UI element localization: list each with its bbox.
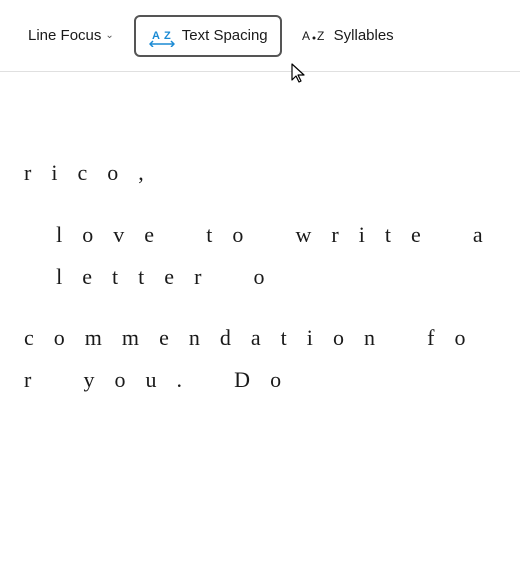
svg-text:A: A xyxy=(152,30,160,42)
syllables-button[interactable]: A Z Syllables xyxy=(290,18,406,54)
svg-text:Z: Z xyxy=(164,30,171,42)
svg-text:A: A xyxy=(302,29,311,43)
text-spacing-icon: A Z xyxy=(148,25,176,47)
line-focus-button[interactable]: Line Focus ⌄ xyxy=(16,19,126,52)
syllables-label: Syllables xyxy=(334,27,394,44)
text-line-3: c o m m e n d a t i o n f o r y o u . D … xyxy=(0,317,520,401)
document-content: r i c o , l o v e t o w r i t e a l e t … xyxy=(0,72,520,588)
line-focus-chevron-icon: ⌄ xyxy=(105,30,113,41)
syllables-icon: A Z xyxy=(302,26,328,46)
toolbar-container: Line Focus ⌄ A Z Text Spacing xyxy=(0,0,520,72)
toolbar: Line Focus ⌄ A Z Text Spacing xyxy=(0,0,520,72)
text-line-2: l o v e t o w r i t e a l e t t e r o xyxy=(0,214,520,298)
line-focus-label: Line Focus xyxy=(28,27,101,44)
text-spacing-label: Text Spacing xyxy=(182,27,268,44)
svg-text:Z: Z xyxy=(317,29,325,43)
text-spacing-button[interactable]: A Z Text Spacing xyxy=(134,15,282,57)
text-line-1: r i c o , xyxy=(0,152,520,194)
